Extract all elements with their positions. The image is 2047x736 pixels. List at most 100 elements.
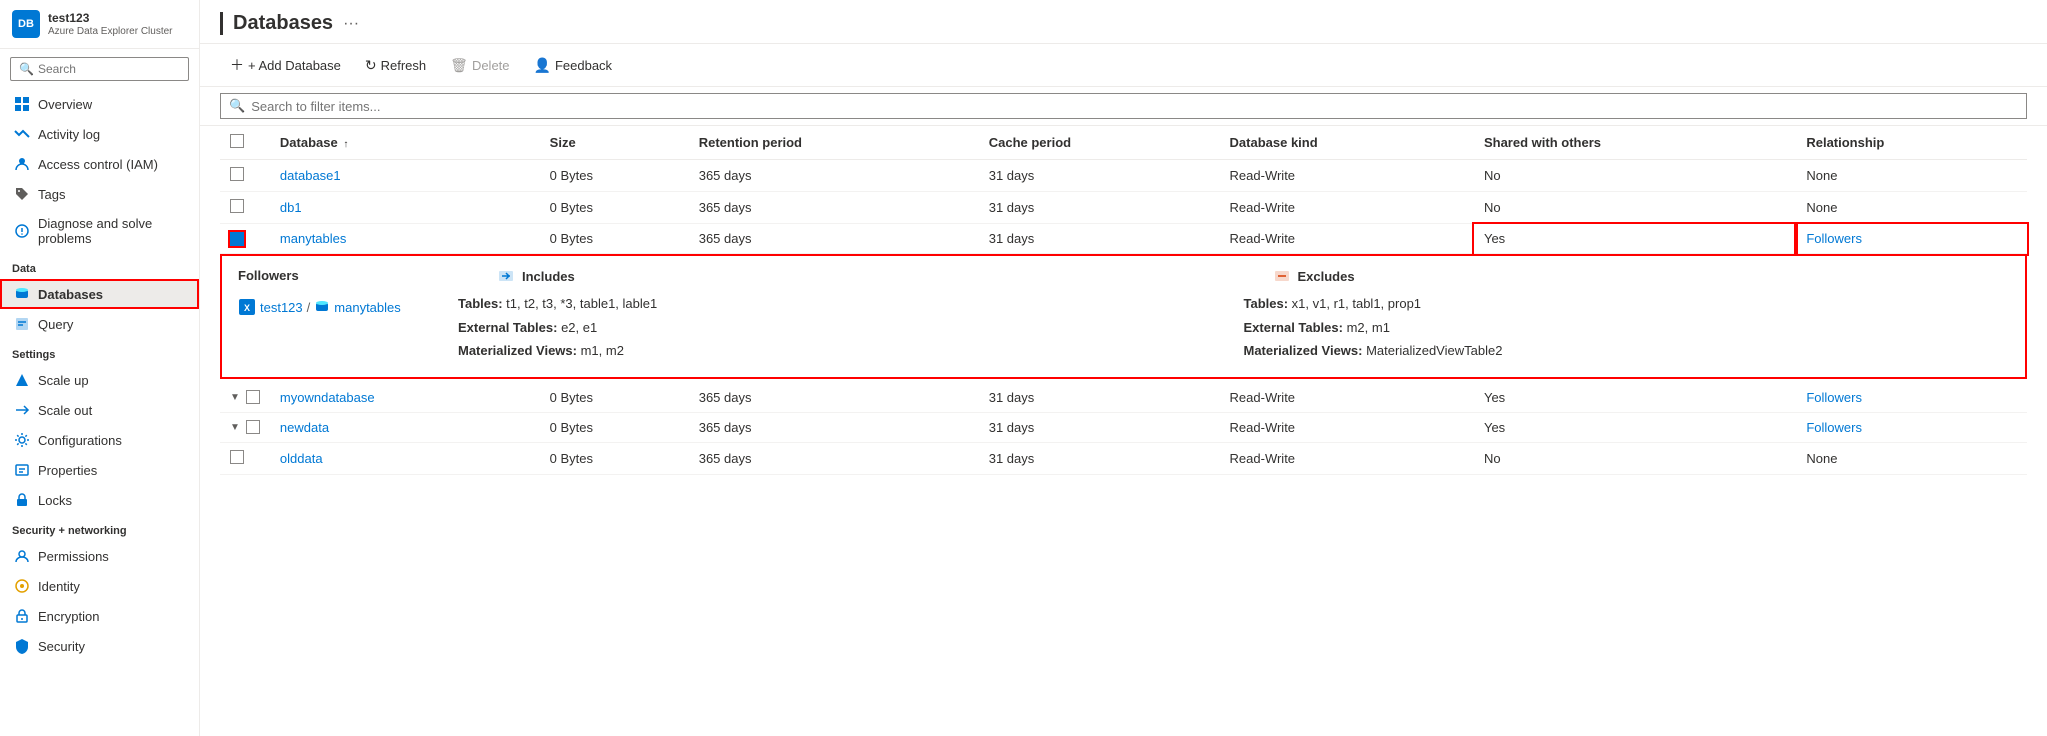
activity-log-icon bbox=[14, 126, 30, 142]
myowndatabase-link[interactable]: myowndatabase bbox=[280, 390, 375, 405]
row-cache: 31 days bbox=[979, 442, 1220, 474]
row-relationship-manytables: Followers bbox=[1796, 224, 2027, 254]
expand-arrow[interactable]: ▼ bbox=[230, 392, 240, 403]
sidebar-item-permissions[interactable]: Permissions bbox=[0, 541, 199, 571]
row-retention: 365 days bbox=[689, 442, 979, 474]
sidebar-item-overview[interactable]: Overview bbox=[0, 89, 199, 119]
row-kind: Read-Write bbox=[1220, 412, 1474, 442]
row-checkbox-cell bbox=[220, 160, 270, 192]
configurations-icon bbox=[14, 432, 30, 448]
followers-panel-body: X test123 / manytables bbox=[238, 294, 2009, 365]
sidebar-item-diagnose[interactable]: Diagnose and solve problems bbox=[0, 209, 199, 253]
filter-search-icon: 🔍 bbox=[229, 98, 245, 114]
security-icon bbox=[14, 638, 30, 654]
row-checkbox-manytables[interactable] bbox=[230, 232, 244, 246]
scale-out-icon bbox=[14, 402, 30, 418]
sidebar-label-configurations: Configurations bbox=[38, 433, 122, 448]
olddata-link[interactable]: olddata bbox=[280, 451, 323, 466]
col-database[interactable]: Database ↑ bbox=[270, 126, 540, 160]
excludes-tables: Tables: x1, v1, r1, tabl1, prop1 bbox=[1244, 294, 2010, 314]
sidebar-item-encryption[interactable]: Encryption bbox=[0, 601, 199, 631]
svg-text:X: X bbox=[244, 303, 250, 313]
sidebar-label-security: Security bbox=[38, 639, 85, 654]
db-link[interactable]: db1 bbox=[280, 200, 302, 215]
followers-title: Followers bbox=[238, 268, 458, 283]
col-shared: Shared with others bbox=[1474, 126, 1796, 160]
sidebar-label-tags: Tags bbox=[38, 187, 65, 202]
expand-arrow[interactable]: ▼ bbox=[230, 422, 240, 433]
row-shared: Yes bbox=[1474, 383, 1796, 413]
row-retention: 365 days bbox=[689, 224, 979, 254]
search-input[interactable] bbox=[38, 62, 180, 76]
sidebar-item-scale-out[interactable]: Scale out bbox=[0, 395, 199, 425]
sidebar-label-properties: Properties bbox=[38, 463, 97, 478]
followers-panel: Followers Includes bbox=[220, 254, 2027, 379]
sidebar: DB test123 Azure Data Explorer Cluster 🔍… bbox=[0, 0, 200, 736]
row-db-name: database1 bbox=[270, 160, 540, 192]
encryption-icon bbox=[14, 608, 30, 624]
includes-col: Tables: t1, t2, t3, *3, table1, lable1 E… bbox=[458, 294, 1244, 365]
sidebar-item-locks[interactable]: Locks bbox=[0, 485, 199, 515]
col-relationship: Relationship bbox=[1796, 126, 2027, 160]
filter-input-container[interactable]: 🔍 bbox=[220, 93, 2027, 119]
row-checkbox[interactable] bbox=[246, 390, 260, 404]
row-relationship: None bbox=[1796, 192, 2027, 224]
sidebar-item-security[interactable]: Security bbox=[0, 631, 199, 661]
sidebar-label-scale-up: Scale up bbox=[38, 373, 89, 388]
sidebar-item-tags[interactable]: Tags bbox=[0, 179, 199, 209]
more-icon[interactable]: ··· bbox=[343, 15, 359, 33]
table-row: db1 0 Bytes 365 days 31 days Read-Write … bbox=[220, 192, 2027, 224]
row-retention: 365 days bbox=[689, 160, 979, 192]
identity-icon bbox=[14, 578, 30, 594]
select-all-checkbox[interactable] bbox=[230, 134, 244, 148]
refresh-button[interactable]: ↻ Refresh bbox=[355, 52, 436, 79]
add-database-button[interactable]: ＋ + Add Database bbox=[220, 50, 351, 80]
row-shared: No bbox=[1474, 192, 1796, 224]
sidebar-item-scale-up[interactable]: Scale up bbox=[0, 365, 199, 395]
sidebar-item-databases[interactable]: Databases bbox=[0, 279, 199, 309]
manytables-link[interactable]: manytables bbox=[280, 231, 346, 246]
delete-button[interactable]: 🗑 Delete bbox=[440, 52, 519, 79]
row-size: 0 Bytes bbox=[540, 383, 689, 413]
feedback-button[interactable]: 👤 Feedback bbox=[524, 52, 623, 79]
add-icon: ＋ bbox=[230, 55, 244, 75]
row-kind: Read-Write bbox=[1220, 442, 1474, 474]
sidebar-item-identity[interactable]: Identity bbox=[0, 571, 199, 601]
row-shared-manytables: Yes bbox=[1474, 224, 1796, 254]
row-kind: Read-Write bbox=[1220, 160, 1474, 192]
sidebar-label-scale-out: Scale out bbox=[38, 403, 92, 418]
col-cache: Cache period bbox=[979, 126, 1220, 160]
row-retention: 365 days bbox=[689, 383, 979, 413]
followers-link-newdata[interactable]: Followers bbox=[1806, 420, 1862, 435]
section-data-label: Data bbox=[0, 253, 199, 279]
sidebar-item-iam[interactable]: Access control (IAM) bbox=[0, 149, 199, 179]
row-checkbox[interactable] bbox=[246, 420, 260, 434]
sidebar-item-properties[interactable]: Properties bbox=[0, 455, 199, 485]
db-link[interactable]: database1 bbox=[280, 168, 341, 183]
newdata-link[interactable]: newdata bbox=[280, 420, 329, 435]
breadcrumb-separator: / bbox=[307, 300, 311, 315]
includes-external-tables: External Tables: e2, e1 bbox=[458, 318, 1224, 338]
row-relationship: None bbox=[1796, 442, 2027, 474]
app-subtitle: Azure Data Explorer Cluster bbox=[48, 26, 173, 37]
row-checkbox[interactable] bbox=[230, 199, 244, 213]
row-relationship: None bbox=[1796, 160, 2027, 192]
row-retention: 365 days bbox=[689, 192, 979, 224]
row-cache: 31 days bbox=[979, 160, 1220, 192]
delete-icon: 🗑 bbox=[450, 57, 468, 74]
row-db-name-manytables: manytables bbox=[270, 224, 540, 254]
sidebar-item-activity-log[interactable]: Activity log bbox=[0, 119, 199, 149]
followers-link-myowndatabase[interactable]: Followers bbox=[1806, 390, 1862, 405]
row-checkbox[interactable] bbox=[230, 167, 244, 181]
row-relationship: Followers bbox=[1796, 412, 2027, 442]
row-checkbox[interactable] bbox=[230, 450, 244, 464]
scale-up-icon bbox=[14, 372, 30, 388]
main-content: Databases ··· ＋ + Add Database ↻ Refresh… bbox=[200, 0, 2047, 736]
app-logo: DB test123 Azure Data Explorer Cluster bbox=[0, 0, 199, 49]
sidebar-item-configurations[interactable]: Configurations bbox=[0, 425, 199, 455]
sidebar-search[interactable]: 🔍 bbox=[10, 57, 189, 81]
permissions-icon bbox=[14, 548, 30, 564]
followers-link-manytables[interactable]: Followers bbox=[1806, 231, 1862, 246]
filter-input[interactable] bbox=[251, 99, 2018, 114]
sidebar-item-query[interactable]: Query bbox=[0, 309, 199, 339]
